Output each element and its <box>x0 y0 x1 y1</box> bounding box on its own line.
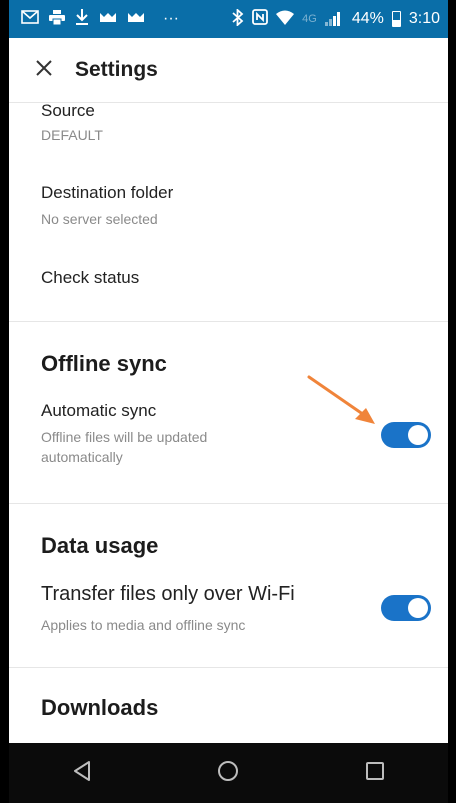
wifi-only-setting[interactable]: Transfer files only over Wi-Fi Applies t… <box>9 575 448 645</box>
downloads-heading: Downloads <box>41 695 159 720</box>
source-setting[interactable]: Source DEFAULT <box>9 103 448 155</box>
clock: 3:10 <box>408 10 440 27</box>
more-notifications-icon: ··· <box>163 10 179 27</box>
bluetooth-icon <box>232 7 244 30</box>
close-icon <box>35 59 53 82</box>
automatic-sync-description: Offline files will be updated automatica… <box>41 427 207 467</box>
wifi-only-description: Applies to media and offline sync <box>41 617 246 633</box>
back-button[interactable] <box>62 753 102 793</box>
settings-list[interactable]: Source DEFAULT Destination folder No ser… <box>9 103 448 743</box>
home-button[interactable] <box>208 753 248 793</box>
battery-percent: 44% <box>351 10 384 27</box>
battery-icon <box>391 11 401 27</box>
destination-folder-label: Destination folder <box>41 183 174 202</box>
automatic-sync-description-line: automatically <box>41 449 123 465</box>
annotation-arrow-icon <box>307 375 375 424</box>
wifi-only-toggle[interactable] <box>381 595 431 621</box>
automatic-sync-label: Automatic sync <box>41 401 157 420</box>
download-icon <box>75 9 89 29</box>
status-bar: ··· 4G 44% 3:10 <box>9 0 448 38</box>
automatic-sync-toggle[interactable] <box>381 422 431 448</box>
toggle-knob <box>408 598 428 618</box>
nfc-icon <box>252 9 269 29</box>
source-value: DEFAULT <box>41 127 103 143</box>
automatic-sync-description-line: Offline files will be updated <box>41 429 208 445</box>
destination-folder-value: No server selected <box>41 211 158 227</box>
recents-button[interactable] <box>355 753 395 793</box>
signal-icon <box>324 12 340 26</box>
back-triangle-icon <box>72 760 92 787</box>
wifi-icon <box>276 10 295 29</box>
offline-sync-heading: Offline sync <box>41 351 167 376</box>
wifi-only-label: Transfer files only over Wi-Fi <box>41 583 295 605</box>
close-button[interactable] <box>29 55 59 85</box>
toggle-knob <box>408 425 428 445</box>
phone-screen: ··· 4G 44% 3:10 Settings Source DEFAULT … <box>0 0 456 803</box>
recents-square-icon <box>365 761 385 786</box>
home-circle-icon <box>217 760 239 787</box>
print-icon <box>49 9 65 29</box>
page-title: Settings <box>75 58 158 81</box>
gmail-icon <box>21 10 39 28</box>
check-status-label: Check status <box>41 268 140 287</box>
destination-folder-setting[interactable]: Destination folder No server selected <box>9 171 448 241</box>
notification-app-icon <box>99 11 117 27</box>
check-status-setting[interactable]: Check status <box>9 253 448 313</box>
divider <box>9 321 448 322</box>
network-type-label: 4G <box>302 12 317 25</box>
divider <box>9 667 448 668</box>
source-label: Source <box>41 103 95 120</box>
data-usage-heading: Data usage <box>41 533 159 558</box>
app-bar: Settings <box>9 38 448 103</box>
divider <box>9 503 448 504</box>
notification-app-icon <box>127 11 145 27</box>
navigation-bar <box>9 743 448 803</box>
